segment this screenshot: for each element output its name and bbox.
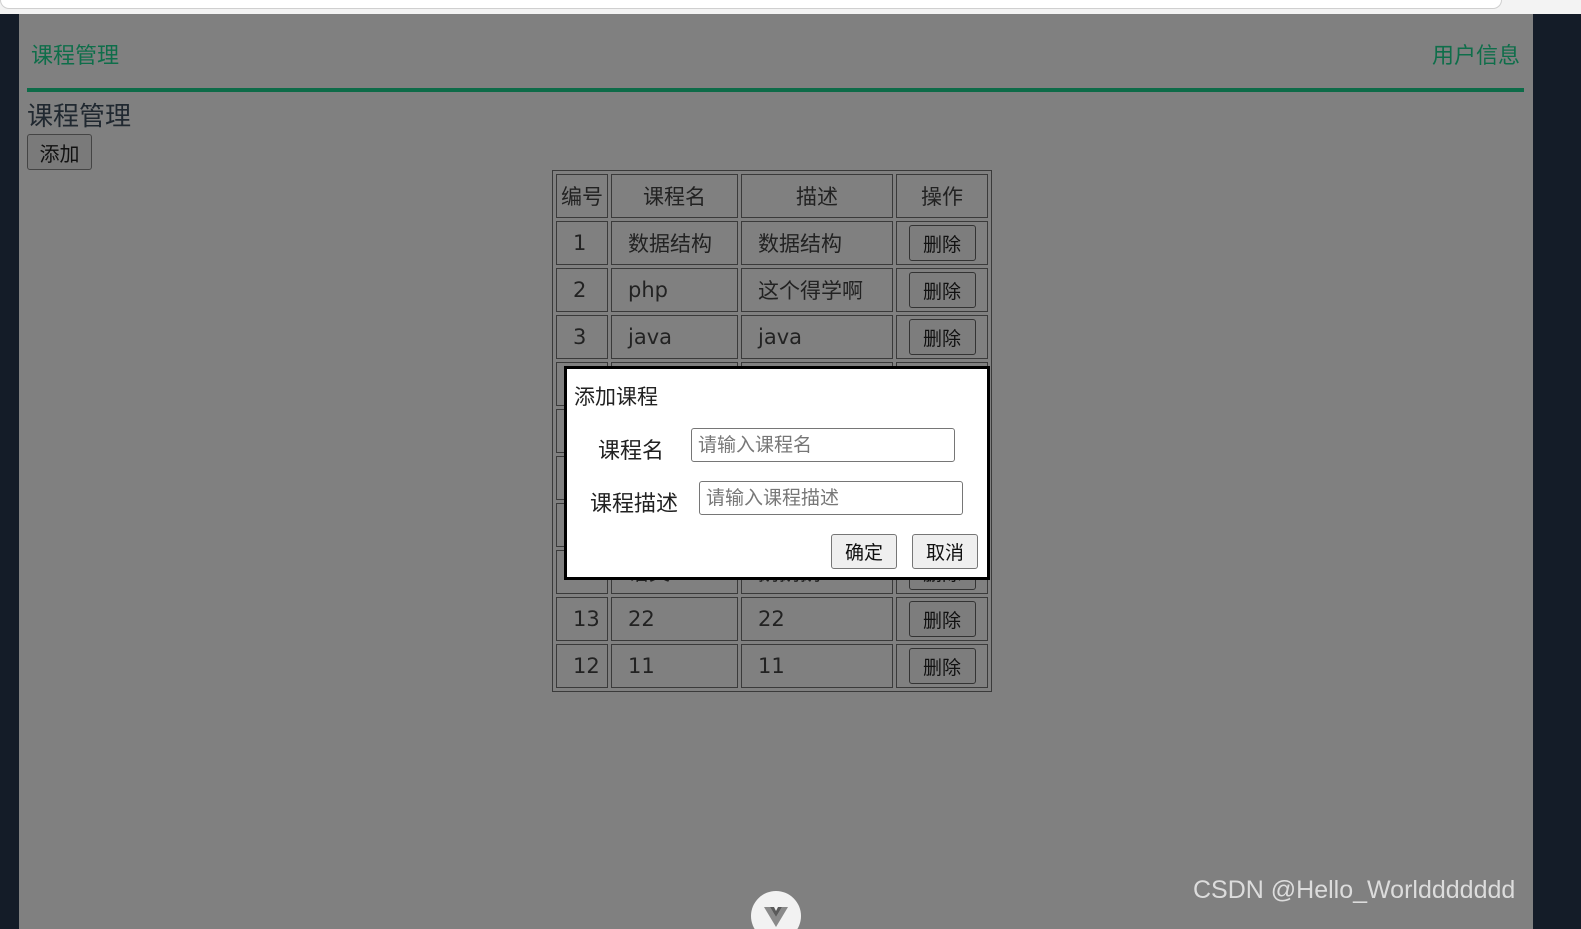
cell-desc: 这个得学啊 bbox=[741, 268, 893, 312]
table-row: 13 22 22 删除 bbox=[556, 597, 988, 641]
csdn-watermark: CSDN @Hello_Worlddddddd bbox=[1193, 876, 1516, 904]
page-title: 课程管理 bbox=[27, 102, 132, 132]
cell-name: 11 bbox=[611, 644, 738, 688]
address-bar[interactable] bbox=[0, 0, 1502, 9]
cell-action: 删除 bbox=[896, 597, 988, 641]
cancel-button[interactable]: 取消 bbox=[912, 534, 978, 569]
cell-desc: 22 bbox=[741, 597, 893, 641]
column-header-desc: 描述 bbox=[741, 174, 893, 218]
course-desc-label: 课程描述 bbox=[590, 492, 679, 517]
cell-name: 22 bbox=[611, 597, 738, 641]
cell-action: 删除 bbox=[896, 268, 988, 312]
delete-button[interactable]: 删除 bbox=[908, 648, 976, 684]
column-header-action: 操作 bbox=[896, 174, 988, 218]
table-row: 12 11 11 删除 bbox=[556, 644, 988, 688]
confirm-button[interactable]: 确定 bbox=[831, 534, 897, 569]
delete-button[interactable]: 删除 bbox=[908, 225, 976, 261]
cell-desc: 数据结构 bbox=[741, 221, 893, 265]
cell-name: 数据结构 bbox=[611, 221, 738, 265]
vue-devtools-toggle[interactable] bbox=[751, 891, 801, 929]
delete-button[interactable]: 删除 bbox=[908, 601, 976, 637]
cell-desc: 11 bbox=[741, 644, 893, 688]
cell-id: 1 bbox=[556, 221, 608, 265]
cell-id: 12 bbox=[556, 644, 608, 688]
add-course-button[interactable]: 添加 bbox=[27, 134, 92, 170]
cell-desc: java bbox=[741, 315, 893, 359]
cell-action: 删除 bbox=[896, 315, 988, 359]
table-row: 1 数据结构 数据结构 删除 bbox=[556, 221, 988, 265]
course-name-input[interactable] bbox=[691, 428, 955, 462]
cell-id: 3 bbox=[556, 315, 608, 359]
cell-action: 删除 bbox=[896, 644, 988, 688]
course-desc-input[interactable] bbox=[699, 481, 963, 515]
delete-button[interactable]: 删除 bbox=[908, 319, 976, 355]
page-viewport: 课程管理 用户信息 课程管理 添加 编号 课程名 描述 操作 1 数据结构 数据… bbox=[19, 14, 1533, 929]
table-row: 2 php 这个得学啊 删除 bbox=[556, 268, 988, 312]
browser-top-bar bbox=[0, 0, 1581, 14]
column-header-name: 课程名 bbox=[611, 174, 738, 218]
user-info-link[interactable]: 用户信息 bbox=[1432, 38, 1520, 70]
add-course-dialog: 添加课程 课程名 课程描述 确定 取消 bbox=[564, 366, 990, 580]
cell-id: 2 bbox=[556, 268, 608, 312]
table-header-row: 编号 课程名 描述 操作 bbox=[556, 174, 988, 218]
vue-logo-icon bbox=[764, 907, 788, 927]
cell-action: 删除 bbox=[896, 221, 988, 265]
column-header-id: 编号 bbox=[556, 174, 608, 218]
nav-brand-link[interactable]: 课程管理 bbox=[31, 38, 119, 70]
cell-id: 13 bbox=[556, 597, 608, 641]
cell-name: php bbox=[611, 268, 738, 312]
delete-button[interactable]: 删除 bbox=[908, 272, 976, 308]
dialog-title: 添加课程 bbox=[574, 385, 658, 409]
top-nav: 课程管理 用户信息 bbox=[27, 14, 1524, 92]
cell-name: java bbox=[611, 315, 738, 359]
table-row: 3 java java 删除 bbox=[556, 315, 988, 359]
course-name-label: 课程名 bbox=[598, 439, 665, 464]
